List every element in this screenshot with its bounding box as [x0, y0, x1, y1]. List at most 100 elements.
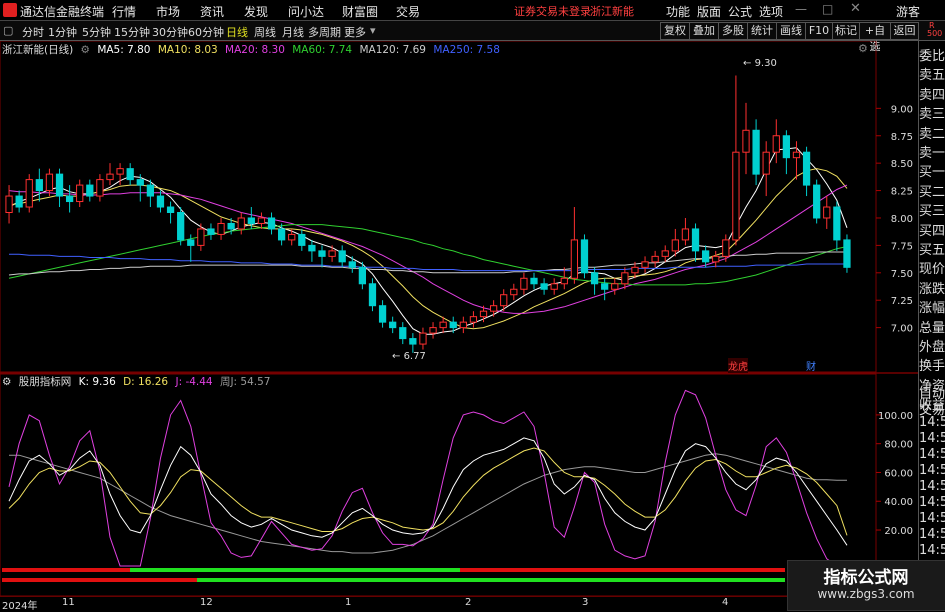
minimize-icon[interactable]: —: [795, 2, 807, 16]
x-tick-nov: 11: [62, 597, 75, 608]
button-mark[interactable]: 标记: [832, 22, 860, 40]
candle-body-up: [116, 168, 124, 175]
y-tick-label-7: 7.25: [891, 296, 913, 307]
high-price-label: ← 9.30: [743, 58, 777, 69]
candle-body-up: [419, 332, 427, 345]
candle-body-up: [792, 151, 801, 159]
trade-label-10: 14:5: [919, 543, 945, 558]
candle-body-up: [570, 239, 579, 279]
signal-bars: [2, 568, 785, 582]
candle-body-down: [530, 277, 538, 285]
main-y-axis: 9.00 8.75 8.50 8.25 8.00 7.75 7.50 7.25 7.00: [876, 104, 913, 335]
indicator-周j-line: [9, 453, 847, 554]
guest-label[interactable]: 游客: [896, 3, 920, 20]
candle-body-up: [712, 255, 720, 263]
tab-60min[interactable]: 60分钟: [188, 24, 224, 40]
tab-5min[interactable]: 5分钟: [82, 24, 111, 40]
tab-multi-period[interactable]: 多周期: [308, 24, 341, 40]
candle-body-up: [520, 277, 528, 290]
candle-body-up: [681, 228, 690, 241]
login-warning[interactable]: 证券交易未登录: [514, 3, 591, 19]
candle-body-down: [580, 239, 589, 274]
menu-item-formula[interactable]: 公式: [728, 3, 752, 20]
menu-item-layout[interactable]: 版面: [697, 3, 721, 20]
tab-30min[interactable]: 30分钟: [152, 24, 188, 40]
menu-item-function[interactable]: 功能: [666, 3, 690, 20]
trade-label-4: 14:5: [919, 447, 945, 462]
menu-item-quotes[interactable]: 行情: [112, 3, 136, 20]
tab-more[interactable]: 更多: [344, 24, 366, 40]
chart-area[interactable]: 9.00 8.75 8.50 8.25 8.00 7.75 7.50 7.25 7.00 100…: [0, 41, 918, 609]
button-add-watchlist[interactable]: +自选: [859, 22, 891, 53]
button-draw-line[interactable]: 画线: [776, 22, 806, 40]
menu-item-ask[interactable]: 问小达: [288, 3, 324, 20]
menu-item-trade[interactable]: 交易: [396, 3, 420, 20]
x-tick-feb: 2: [465, 597, 472, 608]
candle-body-up: [631, 266, 639, 274]
menu-item-market[interactable]: 市场: [156, 3, 180, 20]
candle-body-down: [136, 179, 144, 186]
maximize-icon[interactable]: □: [822, 2, 833, 16]
ma20-label: MA20: 8.30: [225, 44, 285, 56]
signal-bar-green-2: [197, 578, 785, 582]
button-overlay[interactable]: 叠加: [689, 22, 719, 40]
tab-monthly[interactable]: 月线: [282, 24, 304, 40]
ma20-line: [8, 184, 848, 314]
candle-body-up: [661, 250, 669, 257]
indicator-legend: ⚙ 股朋指标网 K: 9.36 D: 16.26 J: -4.44 周J: 54…: [2, 374, 274, 389]
sub-y-tick-label-0: 100.00: [878, 411, 913, 422]
candle-body-up: [823, 206, 831, 219]
tab-1min[interactable]: 1分钟: [48, 24, 77, 40]
tab-weekly[interactable]: 周线: [254, 24, 276, 40]
candle-body-up: [742, 129, 750, 153]
toolbar-square-icon[interactable]: ▢: [3, 24, 13, 37]
y-tick-label-8: 7.00: [891, 324, 913, 335]
candle-body-down: [449, 321, 457, 329]
candle-body-down: [802, 151, 811, 186]
candle-body-down: [15, 195, 23, 208]
high-price-value: 9.30: [754, 58, 777, 69]
sub-y-tick-label-3: 40.00: [884, 497, 913, 508]
app-title: 通达信金融终端: [20, 5, 105, 19]
menu-item-discover[interactable]: 发现: [244, 3, 268, 20]
k-value-label: K: 9.36: [78, 376, 116, 388]
y-tick-label-2: 8.50: [891, 159, 913, 170]
chart-settings-icon[interactable]: ⚙: [858, 42, 868, 55]
candle-body-up: [762, 151, 770, 175]
candle-body-down: [782, 135, 791, 159]
finance-marker[interactable]: 财: [806, 358, 816, 373]
tab-intraday[interactable]: 分时: [22, 24, 44, 40]
button-f10[interactable]: F10: [805, 22, 833, 40]
trade-label-2: 14:5: [919, 415, 945, 430]
settings-icon[interactable]: ⚙: [2, 376, 11, 388]
button-back[interactable]: 返回: [890, 22, 919, 40]
chart-close-icon[interactable]: ✕: [870, 42, 879, 55]
candle-body-up: [641, 261, 649, 268]
ma120-label: MA120: 7.69: [359, 44, 426, 56]
menu-item-wealth[interactable]: 财富圈: [342, 3, 378, 20]
candle-body-down: [590, 272, 599, 285]
dragon-tiger-marker[interactable]: 龙虎: [728, 358, 748, 373]
indicator-j-line: [8, 389, 848, 567]
y-tick-label-4: 8.00: [891, 214, 913, 225]
quote-label-14: 总量: [919, 320, 945, 336]
ma5-line: [8, 147, 848, 335]
candle-body-up: [237, 217, 245, 230]
tab-15min[interactable]: 15分钟: [114, 24, 150, 40]
candle-body-down: [166, 206, 175, 213]
button-statistics[interactable]: 统计: [747, 22, 777, 40]
button-multi-stock[interactable]: 多股: [718, 22, 748, 40]
y-tick-label-0: 9.00: [891, 104, 913, 115]
ma60-line: [8, 224, 848, 286]
x-axis: [0, 596, 876, 610]
menu-item-news[interactable]: 资讯: [200, 3, 224, 20]
settings-icon[interactable]: ⚙: [81, 44, 90, 56]
close-icon[interactable]: ✕: [850, 1, 861, 16]
button-adjust[interactable]: 复权: [660, 22, 690, 40]
candle-body-down: [277, 228, 286, 241]
chevron-down-icon[interactable]: ▾: [370, 24, 376, 37]
candle-body-up: [611, 283, 619, 290]
tab-daily[interactable]: 日线: [226, 24, 248, 40]
menu-item-options[interactable]: 选项: [759, 3, 783, 20]
candle-body-up: [732, 151, 740, 241]
